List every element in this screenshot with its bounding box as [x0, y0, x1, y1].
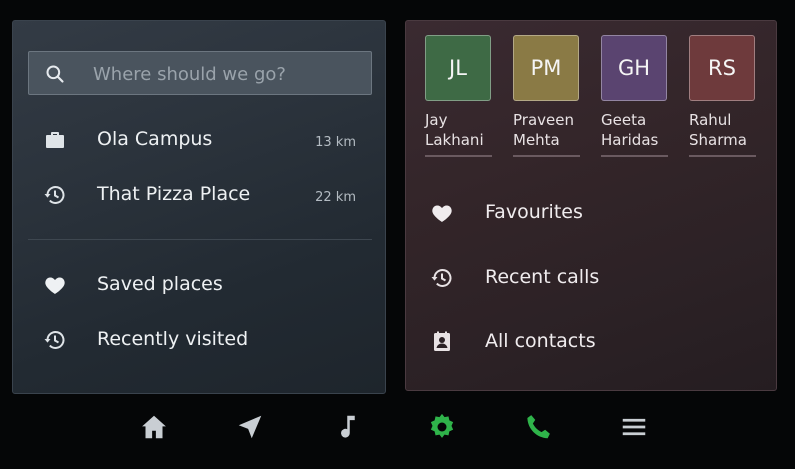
contact-last-name: Mehta	[513, 131, 560, 149]
contact-last-name: Haridas	[601, 131, 659, 149]
home-icon	[142, 415, 166, 439]
history-icon	[431, 269, 452, 287]
destination-item-pizza-place[interactable]: That Pizza Place 22 km	[13, 174, 385, 218]
all-contacts-item[interactable]: All contacts	[406, 320, 776, 364]
heart-icon	[432, 205, 452, 222]
contact-card-geeta[interactable]: GH Geeta Haridas	[601, 35, 669, 157]
navigation-icon	[238, 415, 262, 439]
favourites-item[interactable]: Favourites	[406, 191, 776, 235]
heart-icon	[45, 277, 65, 294]
avatar: JL	[425, 35, 491, 101]
history-icon	[44, 331, 65, 349]
navigation-panel: Ola Campus 13 km That Pizza Place 22 km …	[12, 20, 386, 394]
music-button[interactable]	[331, 412, 361, 442]
menu-button[interactable]	[619, 412, 649, 442]
history-icon	[44, 186, 65, 204]
briefcase-icon	[46, 132, 64, 148]
menu-icon	[622, 418, 646, 436]
contact-first-name: Praveen	[513, 111, 574, 129]
home-button[interactable]	[139, 412, 169, 442]
contact-first-name: Geeta	[601, 111, 647, 129]
saved-places-label: Saved places	[97, 273, 223, 295]
phone-button[interactable]	[523, 412, 553, 442]
destination-distance: 22 km	[315, 190, 356, 205]
destination-label: That Pizza Place	[97, 183, 251, 205]
contact-underline	[689, 155, 756, 157]
contact-card-rahul[interactable]: RS Rahul Sharma	[689, 35, 757, 157]
destination-distance: 13 km	[315, 135, 356, 150]
contact-card-praveen[interactable]: PM Praveen Mehta	[513, 35, 581, 157]
search-icon	[46, 65, 64, 83]
divider	[28, 239, 372, 240]
phone-icon	[527, 415, 550, 439]
contact-underline	[513, 155, 580, 157]
avatar: RS	[689, 35, 755, 101]
contact-card-jay[interactable]: JL Jay Lakhani	[425, 35, 493, 157]
recent-calls-item[interactable]: Recent calls	[406, 256, 776, 300]
contacts-icon	[434, 331, 450, 351]
music-icon	[341, 415, 355, 438]
navigation-button[interactable]	[235, 412, 265, 442]
phone-panel: JL Jay Lakhani PM Praveen Mehta GH Geeta…	[405, 20, 777, 391]
contact-last-name: Sharma	[689, 131, 747, 149]
recently-visited-label: Recently visited	[97, 328, 249, 350]
avatar: GH	[601, 35, 667, 101]
favourites-label: Favourites	[485, 201, 583, 223]
contact-first-name: Rahul	[689, 111, 732, 129]
settings-button[interactable]	[427, 412, 457, 442]
avatar: PM	[513, 35, 579, 101]
contact-underline	[601, 155, 668, 157]
contact-first-name: Jay	[425, 111, 448, 129]
search-input[interactable]	[93, 60, 363, 88]
destination-label: Ola Campus	[97, 128, 213, 150]
contact-last-name: Lakhani	[425, 131, 484, 149]
all-contacts-label: All contacts	[485, 330, 596, 352]
settings-icon	[430, 413, 454, 438]
saved-places-item[interactable]: Saved places	[13, 264, 385, 308]
search-box[interactable]	[28, 51, 372, 95]
recent-calls-label: Recent calls	[485, 266, 600, 288]
destination-item-ola-campus[interactable]: Ola Campus 13 km	[13, 119, 385, 163]
recently-visited-item[interactable]: Recently visited	[13, 319, 385, 363]
contact-underline	[425, 155, 492, 157]
